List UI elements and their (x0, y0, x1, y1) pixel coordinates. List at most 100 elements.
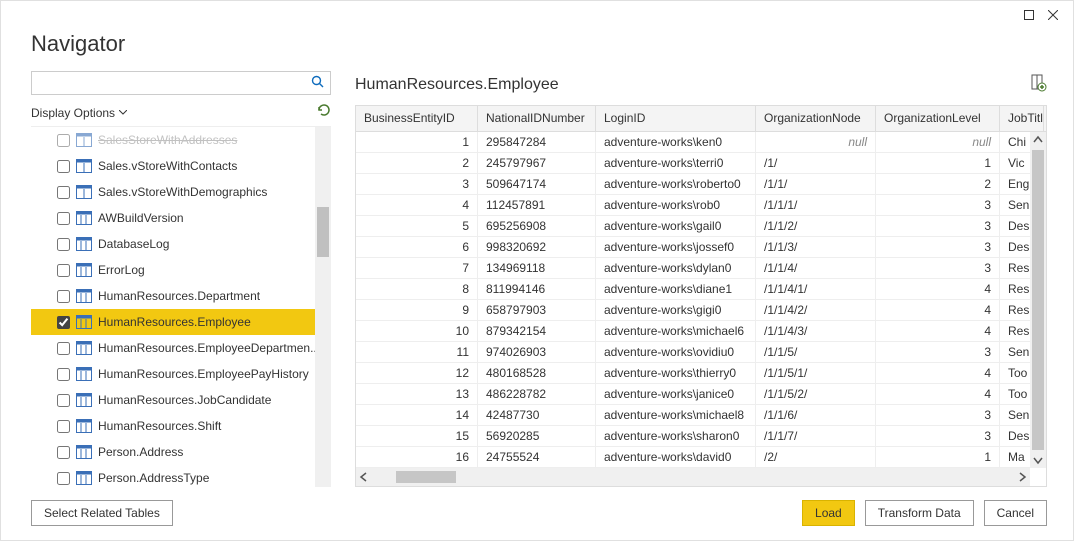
table-cell: 1 (356, 132, 478, 152)
tree-checkbox[interactable] (57, 264, 70, 277)
tree-checkbox[interactable] (57, 446, 70, 459)
transform-data-button[interactable]: Transform Data (865, 500, 974, 526)
table-row[interactable]: 1295847284adventure-works\ken0nullnullCh… (356, 132, 1046, 153)
column-header[interactable]: LoginID (596, 106, 756, 131)
search-input[interactable] (31, 71, 331, 95)
tree-checkbox[interactable] (57, 342, 70, 355)
table-cell: 4 (356, 195, 478, 215)
maximize-button[interactable] (1017, 5, 1041, 25)
table-cell: 12 (356, 363, 478, 383)
table-cell: 879342154 (478, 321, 596, 341)
tree-item[interactable]: AWBuildVersion (31, 205, 331, 231)
tree-item[interactable]: HumanResources.EmployeeDepartmen... (31, 335, 331, 361)
table-row[interactable]: 1556920285adventure-works\sharon0/1/1/7/… (356, 426, 1046, 447)
tree-item[interactable]: SalesStoreWithAddresses (31, 127, 331, 153)
table-icon (76, 315, 92, 329)
table-row[interactable]: 6998320692adventure-works\jossef0/1/1/3/… (356, 237, 1046, 258)
tree-checkbox[interactable] (57, 160, 70, 173)
grid-vscroll-thumb[interactable] (1032, 150, 1044, 450)
table-row[interactable]: 13486228782adventure-works\janice0/1/1/5… (356, 384, 1046, 405)
table-row[interactable]: 1624755524adventure-works\david0/2/1Ma (356, 447, 1046, 468)
tree-scrollbar[interactable] (315, 127, 331, 487)
table-cell: 3 (876, 216, 1000, 236)
add-column-icon[interactable] (1031, 74, 1047, 97)
table-row[interactable]: 8811994146adventure-works\diane1/1/1/4/1… (356, 279, 1046, 300)
view-icon (76, 159, 92, 173)
tree-checkbox[interactable] (57, 316, 70, 329)
tree-item[interactable]: HumanResources.Shift (31, 413, 331, 439)
tree-item[interactable]: Sales.vStoreWithContacts (31, 153, 331, 179)
tree-checkbox[interactable] (57, 186, 70, 199)
tree-checkbox[interactable] (57, 238, 70, 251)
search-icon[interactable] (311, 75, 325, 94)
table-cell: /1/1/5/2/ (756, 384, 876, 404)
tree-checkbox[interactable] (57, 420, 70, 433)
grid-hscroll-thumb[interactable] (396, 471, 456, 483)
table-cell: adventure-works\thierry0 (596, 363, 756, 383)
tree-checkbox[interactable] (57, 212, 70, 225)
tree-item-label: Person.Address (98, 445, 183, 459)
table-cell: /2/ (756, 447, 876, 467)
table-row[interactable]: 10879342154adventure-works\michael6/1/1/… (356, 321, 1046, 342)
scroll-left-icon[interactable] (356, 469, 372, 485)
table-row[interactable]: 3509647174adventure-works\roberto0/1/1/2… (356, 174, 1046, 195)
tree-checkbox[interactable] (57, 134, 70, 147)
tree-item[interactable]: Person.Address (31, 439, 331, 465)
table-row[interactable]: 12480168528adventure-works\thierry0/1/1/… (356, 363, 1046, 384)
table-cell: adventure-works\dylan0 (596, 258, 756, 278)
table-row[interactable]: 5695256908adventure-works\gail0/1/1/2/3D… (356, 216, 1046, 237)
tree-item[interactable]: ErrorLog (31, 257, 331, 283)
tree-checkbox[interactable] (57, 290, 70, 303)
display-options-dropdown[interactable]: Display Options (31, 106, 127, 120)
column-header[interactable]: NationalIDNumber (478, 106, 596, 131)
table-cell: /1/1/6/ (756, 405, 876, 425)
close-button[interactable] (1041, 5, 1065, 25)
table-row[interactable]: 1442487730adventure-works\michael8/1/1/6… (356, 405, 1046, 426)
scroll-down-icon[interactable] (1030, 452, 1046, 468)
cancel-button[interactable]: Cancel (984, 500, 1047, 526)
table-cell: 3 (876, 342, 1000, 362)
table-cell: 10 (356, 321, 478, 341)
tree-checkbox[interactable] (57, 472, 70, 485)
load-button[interactable]: Load (802, 500, 855, 526)
tree-item[interactable]: Person.AddressType (31, 465, 331, 487)
view-icon (76, 185, 92, 199)
tree-item[interactable]: HumanResources.EmployeePayHistory (31, 361, 331, 387)
column-header[interactable]: OrganizationLevel (876, 106, 1000, 131)
table-row[interactable]: 4112457891adventure-works\rob0/1/1/1/3Se… (356, 195, 1046, 216)
table-row[interactable]: 11974026903adventure-works\ovidiu0/1/1/5… (356, 342, 1046, 363)
select-related-tables-button[interactable]: Select Related Tables (31, 500, 173, 526)
scroll-up-icon[interactable] (1030, 132, 1046, 148)
tree-item[interactable]: DatabaseLog (31, 231, 331, 257)
grid-horizontal-scrollbar[interactable] (356, 468, 1030, 486)
table-row[interactable]: 7134969118adventure-works\dylan0/1/1/4/3… (356, 258, 1046, 279)
table-cell: 998320692 (478, 237, 596, 257)
table-cell: 4 (876, 279, 1000, 299)
table-cell: 245797967 (478, 153, 596, 173)
column-header[interactable]: BusinessEntityID (356, 106, 478, 131)
table-row[interactable]: 9658797903adventure-works\gigi0/1/1/4/2/… (356, 300, 1046, 321)
table-cell: /1/1/4/3/ (756, 321, 876, 341)
table-row[interactable]: 2245797967adventure-works\terri0/1/1Vic (356, 153, 1046, 174)
refresh-icon[interactable] (317, 103, 331, 122)
column-header[interactable]: JobTitl (1000, 106, 1044, 131)
tree-item[interactable]: HumanResources.Department (31, 283, 331, 309)
table-cell: adventure-works\ovidiu0 (596, 342, 756, 362)
tree-item[interactable]: HumanResources.JobCandidate (31, 387, 331, 413)
tree-item-label: Person.AddressType (98, 471, 209, 485)
table-cell: 1 (876, 153, 1000, 173)
grid-vertical-scrollbar[interactable] (1030, 132, 1046, 468)
table-cell: 13 (356, 384, 478, 404)
dialog-title: Navigator (1, 25, 1073, 71)
table-cell: 695256908 (478, 216, 596, 236)
scroll-right-icon[interactable] (1014, 469, 1030, 485)
tree-scroll-thumb[interactable] (317, 207, 329, 257)
table-cell: 15 (356, 426, 478, 446)
tree-checkbox[interactable] (57, 394, 70, 407)
tree-item[interactable]: HumanResources.Employee (31, 309, 331, 335)
column-header[interactable]: OrganizationNode (756, 106, 876, 131)
table-cell: adventure-works\sharon0 (596, 426, 756, 446)
tree-checkbox[interactable] (57, 368, 70, 381)
table-cell: 7 (356, 258, 478, 278)
tree-item[interactable]: Sales.vStoreWithDemographics (31, 179, 331, 205)
